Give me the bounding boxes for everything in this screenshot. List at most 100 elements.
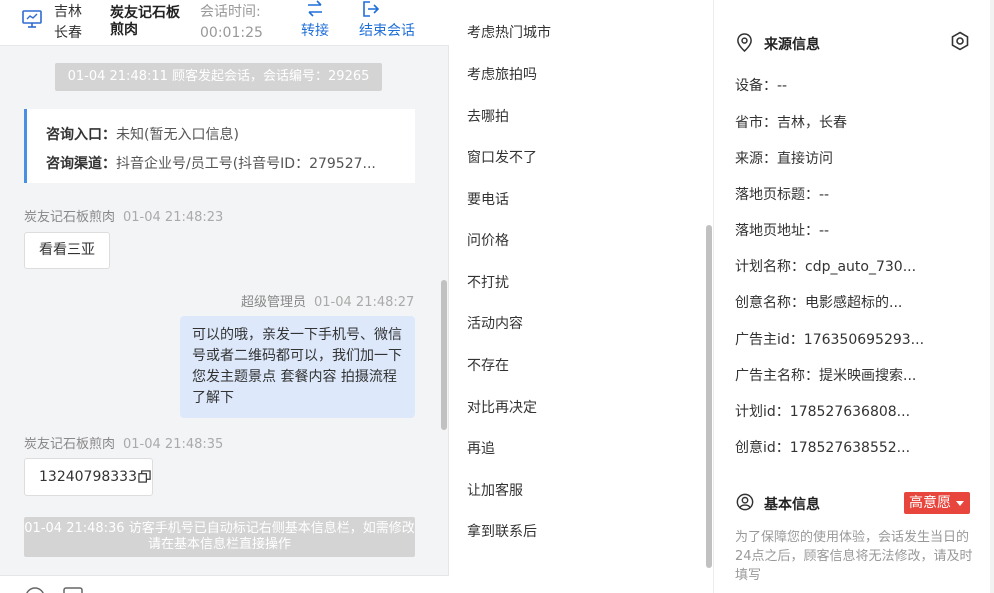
field-label: 落地页地址： [735,223,819,239]
field-label: 落地页标题： [735,187,819,203]
agent-message-bubble[interactable]: 可以的哦，亲发一下手机号、微信号或者二维码都可以，我们加一下您发主题景点 套餐内… [180,316,415,418]
settings-hex-icon[interactable] [950,31,970,51]
location-pin-icon [737,33,752,52]
field-source: 来源：直接访问 [735,148,833,168]
sender-name: 超级管理员 [241,295,307,310]
copy-icon[interactable] [138,470,151,483]
sender-name: 炭友记石板煎肉 [24,210,116,225]
caret-down-icon [956,501,964,506]
customer-name: 炭友记石板煎肉 [110,5,180,38]
entry-row: 咨询入口：未知(暂无入口信息) [46,121,398,150]
customer-info-panel: 来源信息 设备：-- 省市：吉林，长春 来源：直接访问 落地页标题：-- 落地页… [714,0,994,593]
monitor-icon [22,10,42,28]
transfer-label: 转接 [301,23,329,39]
field-value: 提米映画搜索... [819,368,917,384]
field-value: -- [819,223,830,239]
entry-value: 未知(暂无入口信息) [116,127,239,143]
user-circle-icon [736,493,754,511]
field-device: 设备：-- [735,75,787,95]
quick-reply-item[interactable]: 窗口发不了 [467,147,537,167]
message-time: 01-04 21:48:35 [123,437,224,452]
quick-reply-item[interactable]: 考虑热门城市 [467,22,551,42]
message-meta: 超级管理员 01-04 21:48:27 [241,291,414,310]
phone-number: 13240798333 [39,469,137,485]
field-advertiser-id: 广告主id：176350695293... [735,329,924,349]
field-advertiser-name: 广告主名称：提米映画搜索... [735,365,916,385]
sender-name: 炭友记石板煎肉 [24,437,116,452]
emoji-icon[interactable] [24,586,46,593]
field-label: 创意id： [735,440,790,456]
channel-label: 咨询渠道： [46,156,116,172]
field-value: -- [819,187,830,203]
field-value: 吉林，长春 [777,115,847,131]
field-label: 省市： [735,115,777,131]
end-session-button[interactable]: 结束会话 [359,0,423,41]
quick-reply-item[interactable]: 问价格 [467,230,509,250]
quick-reply-item[interactable]: 去哪拍 [467,106,509,126]
intent-level-dropdown[interactable]: 高意愿 [904,492,970,514]
field-value: 178527636808... [789,404,911,420]
quick-reply-item[interactable]: 不打扰 [467,272,509,292]
image-icon[interactable] [62,586,84,593]
source-info-title: 来源信息 [764,37,820,53]
session-time-value: 00:01:25 [200,25,263,41]
field-label: 设备： [735,78,777,94]
quick-reply-item[interactable]: 再追 [467,438,495,458]
session-start-notice: 01-04 21:48:11 顾客发起会话，会话编号：29265 [55,63,382,91]
field-plan-id: 计划id：178527636808... [735,401,910,421]
field-province-city: 省市：吉林，长春 [735,112,847,132]
field-label: 计划id： [735,404,790,420]
session-time-label: 会话时间: [200,4,261,20]
field-landing-title: 落地页标题：-- [735,184,829,204]
field-label: 广告主名称： [735,368,819,384]
consult-info-card: 咨询入口：未知(暂无入口信息) 咨询渠道：抖音企业号/员工号(抖音号ID：279… [24,109,415,183]
end-session-label: 结束会话 [359,23,415,39]
message-meta: 炭友记石板煎肉 01-04 21:48:23 [24,206,223,225]
session-time: 会话时间: 00:01:25 [200,2,263,44]
quick-reply-panel: 考虑热门城市 考虑旅拍吗 去哪拍 窗口发不了 要电话 问价格 不打扰 活动内容 … [449,0,714,593]
transfer-icon [308,0,322,17]
edit-deadline-note: 为了保障您的使用体验，会话发生当日的24点之后，顾客信息将无法修改，请及时填写 [735,530,973,583]
field-label: 创意名称： [735,295,805,311]
intent-level-label: 高意愿 [909,495,951,511]
field-value: cdp_auto_730... [805,259,917,275]
chat-toolbar [0,575,449,593]
channel-value: 抖音企业号/员工号(抖音号ID：279527... [116,156,376,172]
field-value: 178527638552... [789,440,911,456]
entry-label: 咨询入口： [46,127,116,143]
field-creative-id: 创意id：178527638552... [735,437,910,457]
chat-scrollbar[interactable] [441,280,447,430]
chat-panel: 吉林 长春 炭友记石板煎肉 会话时间: 00:01:25 转接 结束会话 01-… [0,0,449,593]
quick-reply-item[interactable]: 活动内容 [467,313,523,333]
quick-reply-item[interactable]: 让加客服 [467,480,523,500]
exit-icon [363,1,380,17]
quick-reply-item[interactable]: 对比再决定 [467,397,537,417]
field-value: 直接访问 [777,151,833,167]
field-value: -- [777,78,788,94]
chat-header: 吉林 长春 炭友记石板煎肉 会话时间: 00:01:25 转接 结束会话 [0,0,449,46]
message-meta: 炭友记石板煎肉 01-04 21:48:35 [24,433,223,452]
quick-reply-scrollbar[interactable] [706,225,712,568]
phone-marked-notice: 01-04 21:48:36 访客手机号已自动标记右侧基本信息栏，如需修改请在基… [24,517,415,557]
field-creative-name: 创意名称：电影感超标的... [735,292,902,312]
field-label: 来源： [735,151,777,167]
field-landing-url: 落地页地址：-- [735,220,829,240]
field-value: 176350695293... [803,332,925,348]
quick-reply-item[interactable]: 要电话 [467,189,509,209]
channel-row: 咨询渠道：抖音企业号/员工号(抖音号ID：279527... [46,150,398,179]
field-plan-name: 计划名称：cdp_auto_730... [735,256,916,276]
field-label: 计划名称： [735,259,805,275]
quick-reply-item[interactable]: 不存在 [467,355,509,375]
message-time: 01-04 21:48:23 [123,210,224,225]
customer-location: 吉林 长春 [54,4,82,41]
message-bubble[interactable]: 看看三亚 [24,232,110,269]
field-label: 广告主id： [735,332,804,348]
message-time: 01-04 21:48:27 [314,295,415,310]
quick-reply-item[interactable]: 拿到联系后 [467,521,537,541]
transfer-button[interactable]: 转接 [298,0,332,41]
field-value: 电影感超标的... [805,295,903,311]
basic-info-title: 基本信息 [764,497,820,513]
phone-message-bubble[interactable]: 13240798333 [24,458,153,496]
quick-reply-item[interactable]: 考虑旅拍吗 [467,64,537,84]
info-panel-scrollbar[interactable] [990,0,994,593]
